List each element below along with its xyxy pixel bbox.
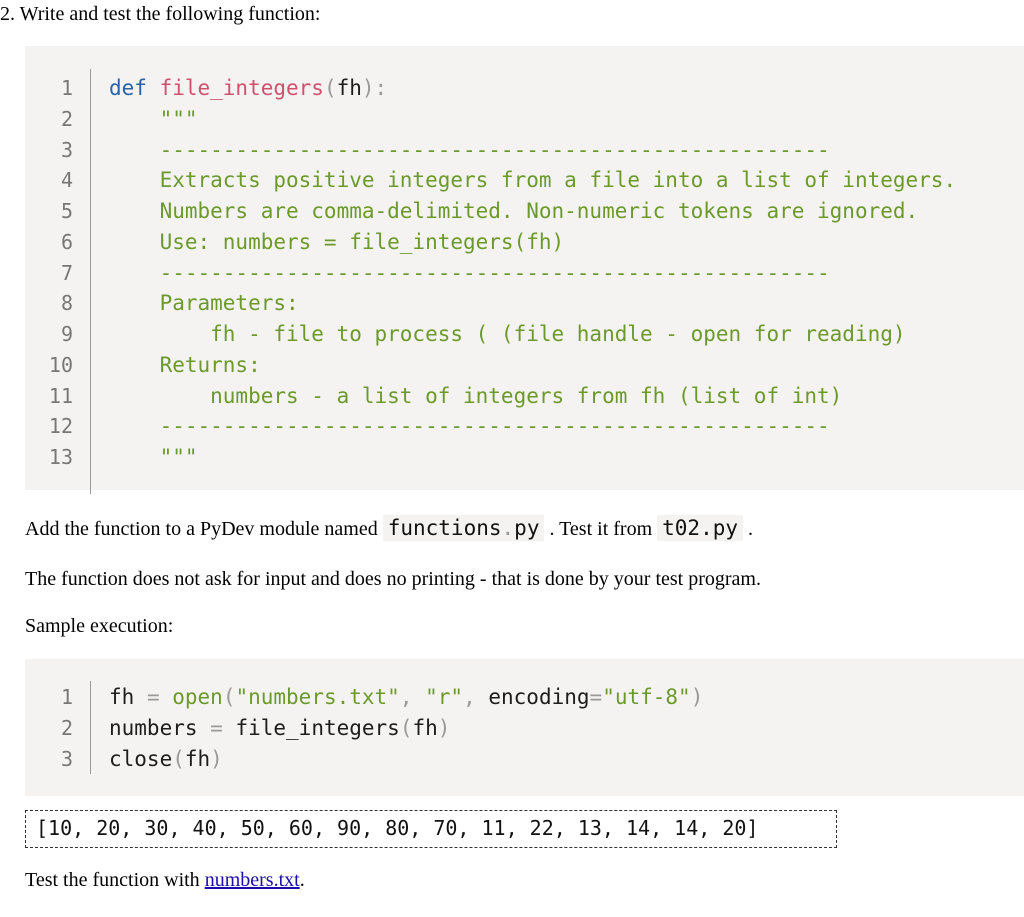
code-token: (: [172, 746, 185, 771]
code-token: (: [399, 715, 413, 740]
line-number: 9: [60, 322, 73, 346]
module-dot: .: [501, 516, 515, 540]
test-instruction: Test the function with numbers.txt.: [25, 866, 305, 894]
code-token: ): [690, 685, 704, 709]
code-text: Numbers are comma-delimited. Non-numeric…: [109, 196, 919, 227]
code-token: ----------------------------------------…: [109, 260, 830, 285]
code-token: (: [323, 76, 337, 100]
code-text: Returns:: [109, 350, 261, 381]
instruction-text-middle: . Test it from: [544, 518, 658, 540]
line-number: 13: [48, 445, 73, 469]
test-text: Test the function with: [25, 869, 205, 891]
sample-execution-label: Sample execution:: [25, 615, 174, 637]
sample-code-block: 1 fh = open("numbers.txt", "r", encoding=…: [25, 659, 1024, 796]
code-token: numbers: [109, 715, 211, 740]
code-text: def file_integers(fh):: [109, 73, 387, 104]
code-token: encoding: [488, 685, 590, 709]
code-token: ): [437, 715, 451, 740]
code-token: "utf-8": [602, 685, 691, 709]
code-token: ----------------------------------------…: [109, 414, 830, 439]
description-paragraph: The function does not ask for input and …: [25, 568, 761, 590]
code-text: Extracts positive integers from a file i…: [109, 165, 957, 196]
code-text: """: [109, 104, 198, 135]
line-number: 2: [60, 106, 73, 131]
code-text: fh - file to process ( (file handle - op…: [109, 319, 906, 350]
code-token: Extracts positive integers from a file i…: [109, 168, 957, 193]
line-number-divider: [90, 681, 91, 774]
code-token: ):: [361, 76, 388, 100]
line-number-divider: [90, 69, 91, 494]
code-token: numbers - a list of integers from fh (li…: [109, 383, 843, 408]
code-token: "numbers.txt": [235, 685, 400, 709]
code-text: ----------------------------------------…: [109, 258, 830, 289]
code-token: fh: [336, 76, 362, 100]
line-number: 4: [60, 168, 73, 193]
line-number: 1: [60, 685, 73, 709]
code-text: ----------------------------------------…: [109, 135, 830, 166]
module-ext: py: [514, 516, 540, 540]
code-text: """: [109, 442, 198, 473]
code-token: =: [146, 685, 160, 709]
line-number: 12: [48, 414, 73, 439]
code-token: file_integers: [222, 715, 400, 740]
code-token: "r": [425, 685, 464, 709]
code-token: open: [159, 685, 223, 709]
instruction-text: Add the function to a PyDev module named: [25, 518, 383, 540]
code-token: =: [589, 685, 603, 709]
question-heading: 2. Write and test the following function…: [0, 3, 321, 25]
code-token: """: [109, 445, 198, 469]
code-token: close: [109, 746, 173, 771]
code-token: =: [210, 715, 223, 740]
code-text: Parameters:: [109, 288, 299, 319]
function-code-block: 1 def file_integers(fh): 2 """ 3 ----------…: [25, 46, 1024, 494]
module-instruction: Add the function to a PyDev module named…: [25, 514, 753, 543]
module-filename: functions.py: [382, 515, 545, 541]
code-token: def: [109, 76, 160, 100]
line-number: 6: [60, 229, 73, 254]
code-token: ): [210, 746, 223, 771]
line-number: 3: [60, 137, 73, 162]
code-text: Use: numbers = file_integers(fh): [109, 227, 565, 258]
code-token: Use: numbers = file_integers(fh): [109, 229, 565, 254]
instruction-text-end: .: [743, 518, 753, 540]
code-token: Parameters:: [109, 291, 299, 316]
code-text: ----------------------------------------…: [109, 411, 830, 442]
code-token: ,: [399, 685, 426, 709]
test-filename: t02.py: [657, 515, 743, 541]
line-number: 10: [48, 352, 73, 377]
line-number: 3: [60, 746, 73, 771]
code-token: file_integers: [159, 76, 324, 100]
module-name: functions: [387, 516, 502, 540]
code-text: close(fh): [109, 744, 223, 775]
code-token: Returns:: [109, 352, 261, 377]
line-number: 8: [60, 291, 73, 316]
code-token: Numbers are comma-delimited. Non-numeric…: [109, 199, 919, 223]
line-number: 11: [48, 383, 73, 408]
test-text-end: .: [299, 869, 305, 891]
code-token: (: [222, 685, 236, 709]
numbers-file-link[interactable]: numbers.txt: [205, 869, 300, 891]
line-number: 7: [60, 260, 73, 285]
code-token: fh: [412, 715, 438, 740]
line-number: 1: [60, 76, 73, 100]
code-token: """: [109, 106, 198, 131]
code-token: ----------------------------------------…: [109, 137, 830, 162]
sample-output: [10, 20, 30, 40, 50, 60, 90, 80, 70, 11,…: [25, 810, 837, 848]
code-text: numbers = file_integers(fh): [109, 713, 450, 744]
line-number: 2: [60, 715, 73, 740]
code-token: fh: [184, 746, 211, 771]
code-token: fh - file to process ( (file handle - op…: [109, 322, 906, 346]
line-number: 5: [60, 199, 73, 223]
code-token: fh: [109, 685, 147, 709]
code-text: numbers - a list of integers from fh (li…: [109, 381, 842, 412]
code-token: ,: [463, 685, 489, 709]
code-text: fh = open("numbers.txt", "r", encoding="…: [109, 682, 703, 713]
